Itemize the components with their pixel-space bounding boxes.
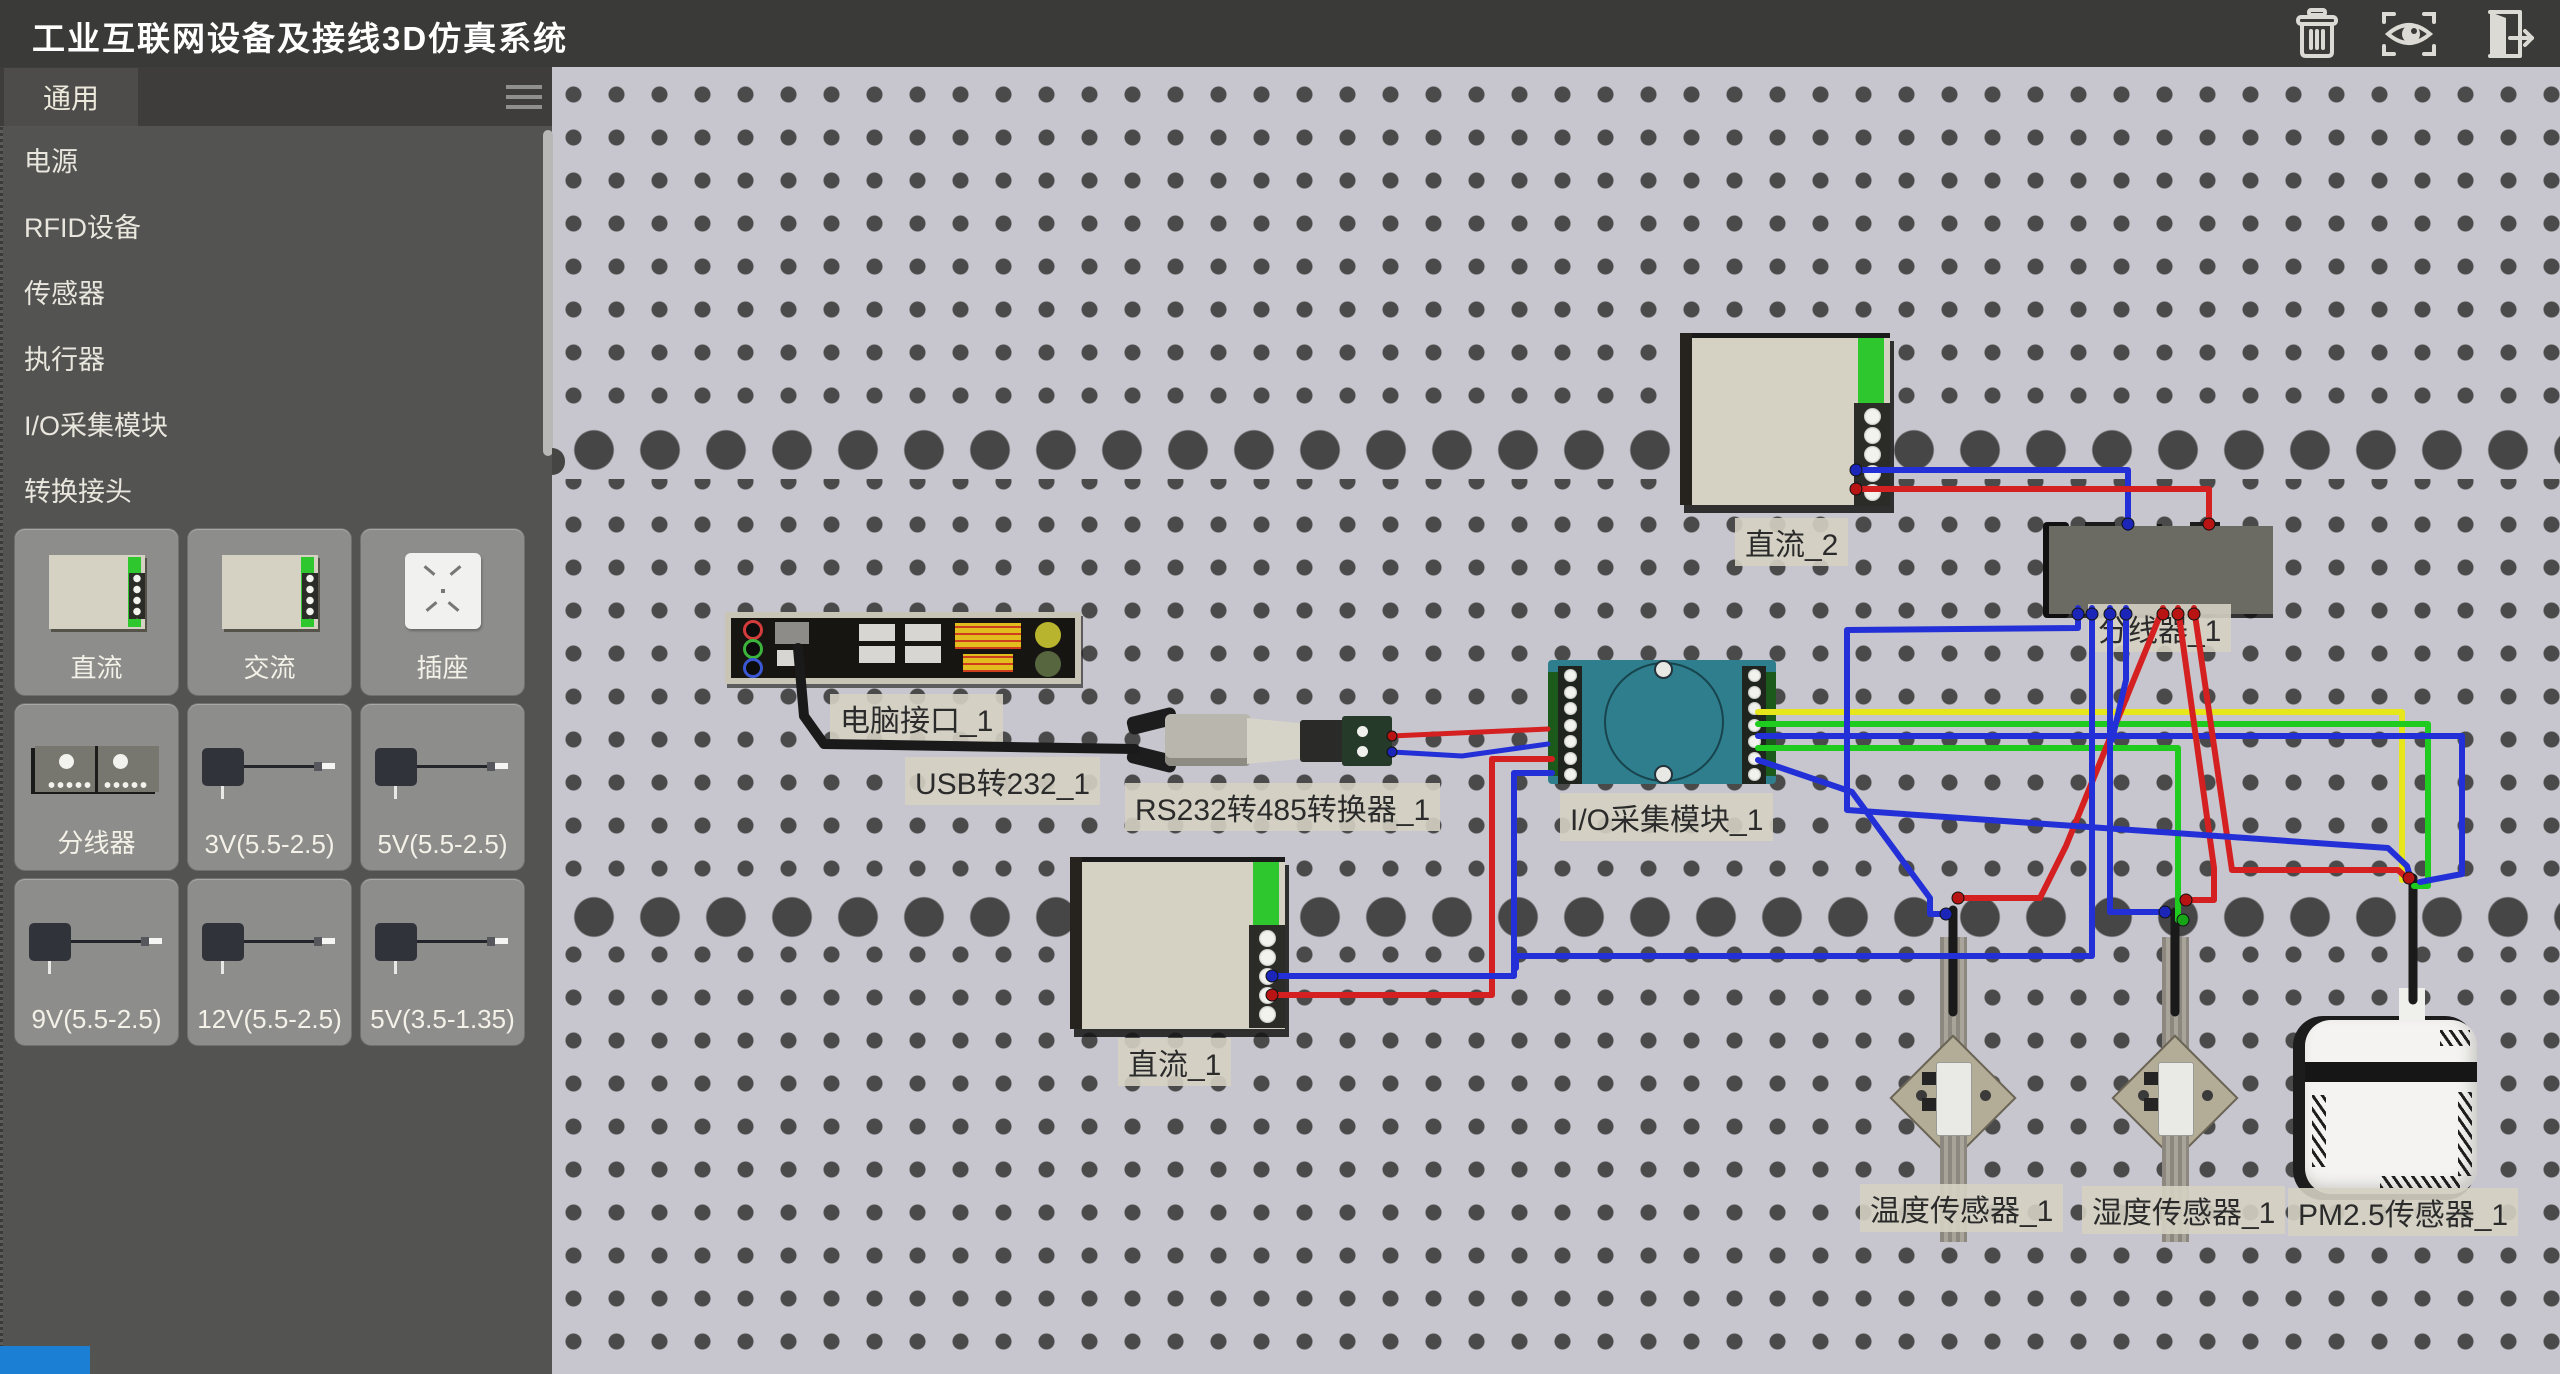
yellow-sticker xyxy=(955,623,1021,649)
audio-jack-red xyxy=(743,620,763,640)
device-dc-power-2[interactable] xyxy=(1680,333,1890,505)
usb-port xyxy=(859,646,895,663)
device-label: USB转232_1 xyxy=(905,757,1100,805)
device-label: 湿度传感器_1 xyxy=(2082,1186,2285,1234)
tile-adapter-5v-slim[interactable]: 5V(3.5-1.35) xyxy=(361,879,524,1045)
psu-terminal-block xyxy=(1854,403,1890,506)
device-label: 直流_1 xyxy=(1118,1038,1231,1086)
component-sidebar: 通用 电源 RFID设备 传感器 执行器 I/O采集模块 转换接头 直流 交流 xyxy=(0,67,552,1374)
round-port-yellow xyxy=(1035,622,1061,648)
io-terminal-edge xyxy=(1766,672,1776,776)
db9-flange xyxy=(1247,718,1305,764)
db9-shell xyxy=(1165,714,1251,766)
tile-dc-power[interactable]: 直流 xyxy=(15,529,178,695)
menu-item-power[interactable]: 电源 xyxy=(0,126,552,192)
menu-item-adapter[interactable]: 转换接头 xyxy=(0,456,552,522)
round-port-green xyxy=(1035,651,1061,677)
device-pc-interface-1[interactable] xyxy=(725,612,1081,684)
usb-port xyxy=(905,624,941,641)
trash-icon[interactable] xyxy=(2286,8,2348,60)
io-screw xyxy=(1654,660,1673,679)
device-rs232-485-converter-1[interactable] xyxy=(1127,710,1407,774)
sidebar-scrollbar[interactable] xyxy=(543,130,553,456)
menu-item-rfid[interactable]: RFID设备 xyxy=(0,192,552,258)
device-label: 分线器_1 xyxy=(2088,604,2231,652)
view-eye-icon[interactable] xyxy=(2378,8,2440,60)
io-screw xyxy=(1654,765,1673,784)
psu-terminal-block xyxy=(1249,925,1285,1028)
io-module-circle xyxy=(1604,662,1724,782)
device-label: 直流_2 xyxy=(1735,518,1848,566)
db9-connector xyxy=(1300,720,1346,762)
menu-item-io-module[interactable]: I/O采集模块 xyxy=(0,390,552,456)
device-label: PM2.5传感器_1 xyxy=(2288,1188,2518,1236)
device-label: RS232转485转换器_1 xyxy=(1125,783,1440,831)
device-label: 温度传感器_1 xyxy=(1860,1184,2063,1232)
usb-port xyxy=(777,650,801,666)
tile-ac-power[interactable]: 交流 xyxy=(188,529,351,695)
io-terminal-edge xyxy=(1548,672,1558,776)
menu-item-actuator[interactable]: 执行器 xyxy=(0,324,552,390)
hamburger-menu-icon[interactable] xyxy=(506,85,542,109)
io-terminal-left xyxy=(1558,666,1582,784)
large-hole-row xyxy=(552,888,2560,946)
large-hole-row xyxy=(552,421,2560,479)
tile-adapter-9v[interactable]: 9V(5.5-2.5) xyxy=(15,879,178,1045)
tile-adapter-3v[interactable]: 3V(5.5-2.5) xyxy=(188,704,351,870)
device-label: I/O采集模块_1 xyxy=(1560,793,1773,841)
tile-adapter-5v[interactable]: 5V(5.5-2.5) xyxy=(361,704,524,870)
audio-jack-blue xyxy=(743,658,763,678)
adapter-screw xyxy=(1357,726,1368,737)
category-menu: 电源 RFID设备 传感器 执行器 I/O采集模块 转换接头 xyxy=(0,126,552,522)
adapter-screw xyxy=(1357,746,1368,757)
bottom-left-blue-strip xyxy=(0,1346,90,1374)
exit-door-icon[interactable] xyxy=(2476,8,2538,60)
audio-jack-green xyxy=(743,639,763,659)
menu-item-sensor[interactable]: 传感器 xyxy=(0,258,552,324)
app-window: 直流_2 分线器_1 电脑接口_1 USB转232_1 RS232转485转换器… xyxy=(0,0,2560,1374)
device-dc-power-1[interactable] xyxy=(1070,857,1285,1029)
usb-port xyxy=(905,646,941,663)
rs485-adapter xyxy=(1342,716,1392,766)
app-title: 工业互联网设备及接线3D仿真系统 xyxy=(32,12,568,60)
tile-socket[interactable]: 插座 xyxy=(361,529,524,695)
device-label: 电脑接口_1 xyxy=(830,694,1003,742)
title-bar: 工业互联网设备及接线3D仿真系统 xyxy=(0,0,2560,67)
splitter-body xyxy=(2049,526,2273,614)
usb-port xyxy=(859,624,895,641)
tab-general[interactable]: 通用 xyxy=(4,68,138,126)
tile-splitter[interactable]: 分线器 xyxy=(15,704,178,870)
sidebar-tab-bar: 通用 xyxy=(0,67,552,126)
io-terminal-right xyxy=(1742,666,1766,784)
yellow-sticker xyxy=(963,654,1013,672)
tile-adapter-12v[interactable]: 12V(5.5-2.5) xyxy=(188,879,351,1045)
usb-port xyxy=(775,622,809,644)
